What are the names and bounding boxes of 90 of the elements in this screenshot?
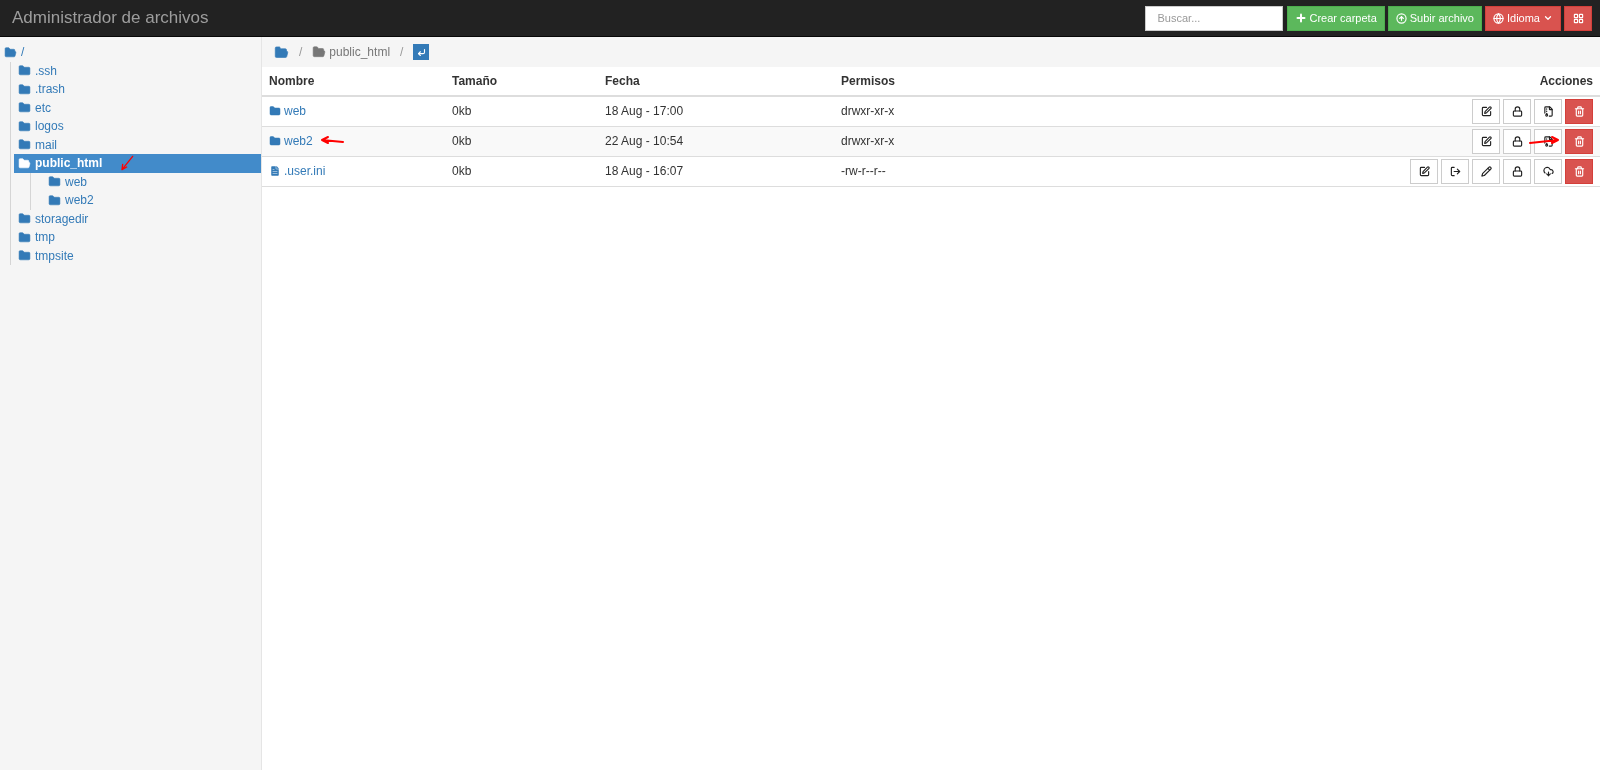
tree-item[interactable]: .ssh: [14, 61, 261, 80]
tree-item[interactable]: mail: [14, 135, 261, 154]
folder-link[interactable]: web: [269, 102, 306, 121]
grid-view-button[interactable]: [1564, 5, 1592, 31]
table-cell: -rw-r--r--: [834, 156, 1134, 186]
edit-square-icon: [1418, 165, 1430, 177]
permissions-button[interactable]: [1503, 128, 1531, 154]
rename-button[interactable]: [1410, 158, 1438, 184]
tree-item[interactable]: etc: [14, 98, 261, 117]
folder-icon: [18, 64, 31, 78]
edit-square-icon: [1480, 135, 1492, 147]
folder-icon: [48, 175, 61, 189]
tree-item[interactable]: web2: [44, 191, 261, 210]
return-icon: [416, 47, 426, 57]
folder-icon: [269, 105, 281, 118]
exit-icon: [1449, 165, 1461, 177]
compress-button[interactable]: [1534, 98, 1562, 124]
breadcrumb-link[interactable]: public_html: [312, 43, 391, 61]
grid-icon: [1572, 12, 1584, 24]
download-button[interactable]: [1534, 158, 1562, 184]
lock-icon: [1511, 165, 1523, 177]
archive-icon: [1542, 105, 1554, 117]
permissions-button[interactable]: [1503, 98, 1531, 124]
table-cell: 22 Aug - 10:54: [598, 126, 834, 156]
go-up-button[interactable]: [413, 44, 430, 60]
column-header: Fecha: [598, 67, 834, 96]
table-cell: 18 Aug - 16:07: [598, 156, 834, 186]
delete-button[interactable]: [1565, 128, 1593, 154]
tree-item[interactable]: tmp: [14, 228, 261, 247]
table-cell: 0kb: [445, 126, 598, 156]
edit-button[interactable]: [1472, 158, 1500, 184]
tree-item[interactable]: /: [0, 43, 261, 62]
folder-link[interactable]: web2: [269, 132, 313, 150]
folder-icon: [269, 135, 281, 147]
plus-icon: [1294, 12, 1307, 24]
breadcrumb-separator: /: [399, 44, 405, 61]
tree-item[interactable]: public_html: [14, 154, 261, 173]
column-header: Nombre: [262, 67, 445, 96]
column-header: Tamaño: [445, 67, 598, 96]
lock-icon: [1511, 135, 1523, 147]
tree-item[interactable]: logos: [14, 117, 261, 136]
tree-item[interactable]: .trash: [14, 80, 261, 99]
upload-button[interactable]: Subir archivo: [1387, 5, 1482, 31]
globe-icon: [1492, 12, 1504, 24]
folder-icon: [48, 193, 61, 207]
create-folder-button[interactable]: Crear carpeta: [1286, 5, 1385, 31]
open-folder-icon: [312, 45, 327, 59]
delete-button[interactable]: [1565, 158, 1593, 184]
column-header: Permisos: [834, 67, 1134, 96]
column-header: Acciones: [1134, 67, 1600, 96]
rename-button[interactable]: [1472, 98, 1500, 124]
upload-icon: [1395, 12, 1407, 24]
file-link[interactable]: .user.ini: [269, 162, 326, 180]
delete-button[interactable]: [1565, 98, 1593, 124]
open-folder-icon: [4, 45, 17, 59]
table-cell: 18 Aug - 17:00: [598, 96, 834, 126]
trash-icon: [1573, 105, 1585, 117]
search-field[interactable]: Buscar...: [1144, 5, 1283, 31]
language-button[interactable]: Idioma: [1484, 5, 1561, 31]
trash-icon: [1573, 135, 1585, 147]
archive-icon: [1542, 135, 1554, 147]
pencil-icon: [1480, 165, 1492, 177]
caret-icon: [1543, 13, 1553, 23]
folder-icon: [18, 249, 31, 263]
folder-icon: [18, 82, 31, 96]
trash-icon: [1573, 165, 1585, 177]
tree-item[interactable]: web: [44, 172, 261, 191]
table-cell: drwxr-xr-x: [834, 126, 1134, 156]
edit-square-icon: [1480, 105, 1492, 117]
folder-icon: [18, 101, 31, 115]
lock-icon: [1511, 105, 1523, 117]
table-cell: 0kb: [445, 96, 598, 126]
tree-item[interactable]: tmpsite: [14, 246, 261, 265]
cloud-download-icon: [1542, 165, 1554, 177]
folder-icon: [18, 212, 31, 226]
folder-icon: [18, 138, 31, 152]
open-folder-icon: [18, 156, 31, 170]
tree-item[interactable]: storagedir: [14, 209, 261, 228]
compress-button[interactable]: [1534, 128, 1562, 154]
root-folder-icon[interactable]: [274, 44, 289, 60]
permissions-button[interactable]: [1503, 158, 1531, 184]
rename-button[interactable]: [1472, 128, 1500, 154]
app-title: Administrador de archivos: [12, 7, 209, 30]
table-cell: 0kb: [445, 156, 598, 186]
table-cell: drwxr-xr-x: [834, 96, 1134, 126]
file-icon: [269, 165, 281, 177]
folder-icon: [18, 230, 31, 244]
breadcrumb-separator: /: [298, 44, 304, 61]
move-button[interactable]: [1441, 158, 1469, 184]
folder-icon: [18, 119, 31, 133]
